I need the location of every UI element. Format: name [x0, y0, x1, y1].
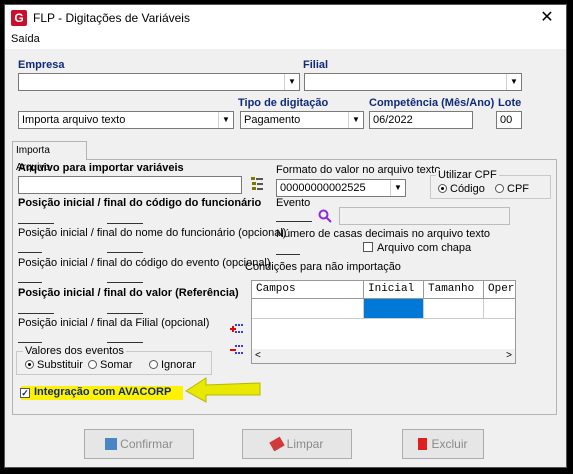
pos-filial-inicial[interactable]: [18, 328, 42, 343]
pos-valor-final[interactable]: [107, 299, 143, 314]
lote-input[interactable]: 00: [496, 111, 522, 129]
radio-codigo[interactable]: Código: [438, 183, 485, 195]
save-icon: [105, 438, 118, 450]
integracao-checkbox[interactable]: ✓ Integração com AVACORP: [20, 386, 171, 398]
pos-evento-inicial[interactable]: [18, 268, 42, 283]
col-campos[interactable]: Campos: [252, 281, 364, 299]
utilizar-cpf-title: Utilizar CPF: [436, 169, 499, 181]
pos-codigo-final[interactable]: [107, 209, 143, 224]
pos-codigo-inicial[interactable]: [18, 209, 54, 224]
pos-nome-inicial[interactable]: [18, 238, 42, 253]
grid-cell-opera[interactable]: [484, 299, 515, 319]
condicoes-grid[interactable]: Campos Inicial Tamanho Opera < >: [251, 280, 516, 364]
excluir-button[interactable]: Excluir: [402, 429, 484, 459]
arrow-pointer-icon: [185, 377, 261, 403]
lote-label: Lote: [498, 97, 522, 109]
chevron-down-icon: ▼: [348, 112, 363, 128]
limpar-button[interactable]: Limpar: [242, 429, 352, 459]
folder-tree-icon[interactable]: [251, 177, 263, 191]
search-icon[interactable]: [318, 209, 332, 223]
valores-title: Valores dos eventos: [23, 345, 126, 357]
scroll-left-icon[interactable]: <: [255, 350, 261, 361]
tipo-label: Tipo de digitação: [238, 97, 329, 109]
arquivo-input[interactable]: [18, 176, 242, 194]
formato-select[interactable]: 00000000002525 ▼: [276, 179, 406, 197]
pos-filial-final[interactable]: [107, 328, 143, 343]
remove-condition-icon[interactable]: [230, 344, 244, 356]
filial-label: Filial: [303, 59, 329, 71]
menu-bar: Saída: [5, 31, 566, 49]
pos-nome-label: Posição inicial / final do nome do funci…: [18, 227, 287, 239]
confirmar-button[interactable]: Confirmar: [84, 429, 194, 459]
chevron-down-icon: ▼: [506, 74, 521, 90]
trash-icon: [418, 438, 428, 450]
radio-somar[interactable]: Somar: [88, 359, 132, 371]
pos-valor-inicial[interactable]: [18, 299, 54, 314]
empresa-label: Empresa: [18, 59, 65, 71]
pos-evento-final[interactable]: [107, 268, 143, 283]
add-condition-icon[interactable]: [230, 323, 244, 335]
chevron-down-icon: ▼: [284, 74, 299, 90]
arquivo-chapa-checkbox[interactable]: Arquivo com chapa: [363, 242, 471, 254]
app-logo-icon: G: [11, 10, 27, 26]
radio-substituir[interactable]: Substituir: [25, 359, 83, 371]
filial-select[interactable]: ▼: [304, 73, 522, 91]
casas-label: Número de casas decimais no arquivo text…: [276, 228, 490, 240]
pos-valor-label: Posição inicial / final do valor (Referê…: [18, 287, 239, 299]
competencia-label: Competência (Mês/Ano): [369, 97, 495, 109]
competencia-input[interactable]: 06/2022: [369, 111, 473, 129]
operacao-select[interactable]: Importa arquivo texto ▼: [18, 111, 234, 129]
grid-header: Campos Inicial Tamanho Opera: [252, 281, 515, 299]
main-window: G FLP - Digitações de Variáveis ✕ Saída …: [4, 4, 567, 468]
grid-cell-campos[interactable]: [252, 299, 364, 319]
evento-desc-input: [339, 207, 510, 225]
pos-codigo-label: Posição inicial / final do código do fun…: [18, 197, 262, 209]
tab-importa-arquivo[interactable]: Importa Arquivo: [12, 141, 87, 173]
check-icon: ✓: [20, 388, 30, 398]
grid-cell-tamanho[interactable]: [424, 299, 484, 319]
grid-hscrollbar[interactable]: < >: [252, 349, 515, 363]
chevron-down-icon: ▼: [218, 112, 233, 128]
scroll-right-icon[interactable]: >: [506, 350, 512, 361]
empresa-select[interactable]: ▼: [18, 73, 300, 91]
evento-code-input[interactable]: [276, 207, 312, 222]
chevron-down-icon: ▼: [390, 180, 405, 196]
formato-label: Formato do valor no arquivo texto: [276, 164, 441, 176]
grid-cell-inicial-selected[interactable]: [364, 299, 424, 319]
radio-ignorar[interactable]: Ignorar: [149, 359, 196, 371]
pos-evento-label: Posição inicial / final do código do eve…: [18, 257, 271, 269]
casas-input[interactable]: [276, 240, 300, 255]
menu-saida[interactable]: Saída: [11, 33, 40, 45]
col-opera[interactable]: Opera: [484, 281, 515, 299]
condicoes-label: Condições para não importação: [245, 261, 401, 273]
eraser-icon: [268, 436, 285, 452]
col-inicial[interactable]: Inicial: [364, 281, 424, 299]
radio-cpf[interactable]: CPF: [495, 183, 529, 195]
pos-nome-final[interactable]: [107, 238, 143, 253]
tipo-select[interactable]: Pagamento ▼: [240, 111, 364, 129]
window-title: FLP - Digitações de Variáveis: [33, 11, 190, 25]
col-tamanho[interactable]: Tamanho: [424, 281, 484, 299]
close-icon[interactable]: ✕: [536, 7, 558, 27]
title-bar: G FLP - Digitações de Variáveis ✕: [5, 5, 566, 31]
